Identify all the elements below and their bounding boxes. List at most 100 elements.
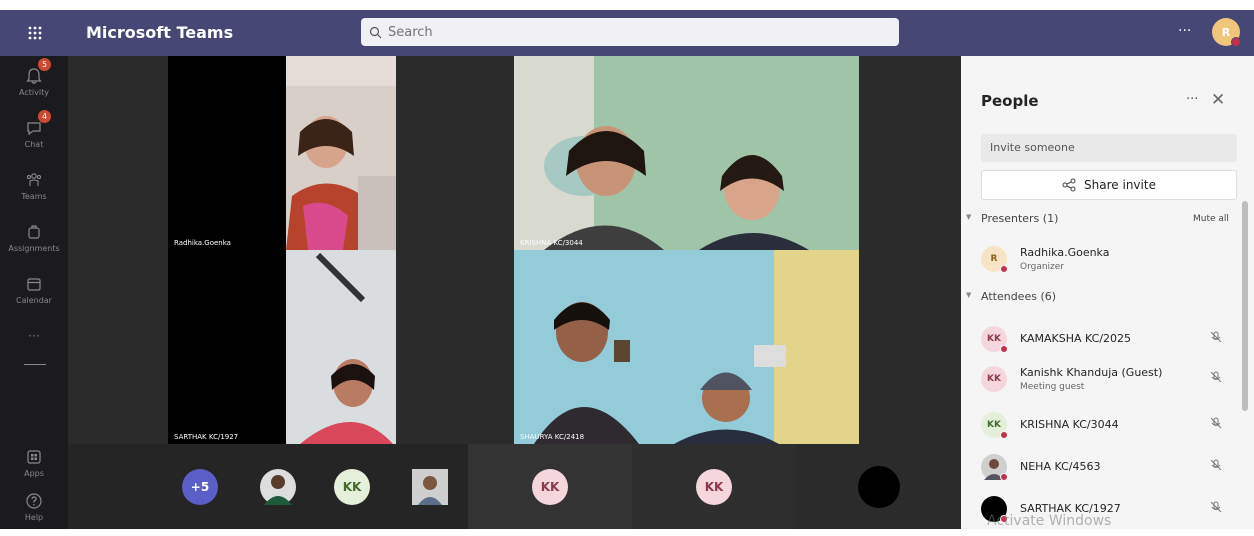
video-tile-shaurya[interactable]: SHAURYA KC/2418: [514, 250, 859, 444]
participant-row[interactable]: NEHA KC/4563: [981, 450, 1241, 494]
share-invite-button[interactable]: Share invite: [981, 170, 1237, 200]
mic-off-icon[interactable]: [1209, 370, 1223, 384]
participant-video: [286, 250, 396, 444]
activate-windows-watermark: Activate Windows: [987, 513, 1112, 529]
video-tile-sarthak[interactable]: SARTHAK KC/1927: [168, 250, 396, 444]
participant-name: NEHA KC/4563: [1020, 460, 1101, 473]
rail-item-calendar[interactable]: Calendar: [0, 264, 68, 316]
participant-name: KAMAKSHA KC/2025: [1020, 332, 1132, 345]
avatar-initials: KK: [540, 480, 560, 494]
close-icon[interactable]: ✕: [1211, 90, 1225, 110]
user-avatar[interactable]: R: [1212, 18, 1241, 47]
panel-scrollbar[interactable]: [1242, 201, 1248, 411]
search-input[interactable]: [388, 24, 868, 40]
avatar-photo: [412, 469, 448, 505]
participant-role: Meeting guest: [1020, 382, 1085, 392]
participant-video: [514, 56, 859, 250]
rail-item-label: Calendar: [16, 296, 52, 305]
participant-photo: [412, 469, 448, 505]
avatar: KK: [981, 412, 1008, 439]
overflow-participants-button[interactable]: +5: [182, 469, 218, 505]
search-icon: [369, 26, 382, 38]
invite-input[interactable]: Invite someone: [981, 134, 1237, 162]
avatar-initials: KK: [987, 374, 1001, 384]
rail-item-label: Activity: [19, 88, 49, 97]
rail-item-teams[interactable]: Teams: [0, 160, 68, 212]
mic-off-icon[interactable]: [1209, 500, 1223, 514]
top-bar-inner: Microsoft Teams ··· R: [0, 10, 1254, 56]
rail-more-button[interactable]: ···: [0, 329, 68, 343]
participant-name-label: Radhika.Goenka: [174, 239, 231, 247]
help-icon: [26, 493, 42, 509]
participant-role: Organizer: [1020, 262, 1065, 272]
status-busy-icon: [1231, 37, 1241, 47]
rail-item-label: Assignments: [8, 244, 60, 253]
participant-name-label: SARTHAK KC/1927: [174, 433, 239, 441]
avatar-initials: KK: [987, 334, 1001, 344]
presenters-label: Presenters (1): [981, 212, 1059, 225]
participant-name: KRISHNA KC/3044: [1020, 418, 1119, 431]
activity-badge: 5: [38, 58, 51, 71]
avatar-initials: KK: [342, 480, 362, 494]
avatar: KK: [981, 366, 1007, 392]
video-tile-radhika[interactable]: Radhika.Goenka: [168, 56, 396, 250]
participant-row[interactable]: KK KRISHNA KC/3044: [981, 408, 1241, 452]
participant-name-label: KRISHNA KC/3044: [520, 239, 583, 247]
share-invite-label: Share invite: [1084, 178, 1156, 192]
status-busy-icon: [1000, 431, 1008, 439]
attendees-label: Attendees (6): [981, 290, 1057, 303]
participant-row[interactable]: R Radhika.Goenka Organizer: [981, 242, 1241, 286]
mute-all-button[interactable]: Mute all: [1193, 214, 1229, 224]
assignments-icon: [28, 225, 40, 239]
app-launcher-icon[interactable]: [0, 10, 70, 56]
avatar: R: [981, 246, 1008, 273]
status-busy-icon: [1000, 345, 1008, 353]
participant-avatar: KK: [532, 469, 568, 505]
avatar-initials: KK: [704, 480, 724, 494]
video-tile-krishna[interactable]: KRISHNA KC/3044: [514, 56, 859, 250]
rail-item-label: Teams: [21, 192, 47, 201]
participant-avatar: KK: [334, 469, 370, 505]
participant-row[interactable]: KK KAMAKSHA KC/2025: [981, 322, 1241, 366]
search-box[interactable]: [361, 18, 899, 46]
participant-video: [286, 56, 396, 250]
participant-name-label: SHAURYA KC/2418: [520, 433, 585, 441]
overflow-count: +5: [190, 480, 210, 494]
avatar-initials: KK: [987, 420, 1001, 430]
app-title: Microsoft Teams: [86, 23, 234, 42]
participant-name: Kanishk Khanduja (Guest): [1020, 366, 1163, 379]
calendar-icon: [27, 278, 41, 291]
mic-off-icon[interactable]: [1209, 416, 1223, 430]
participant-name: Radhika.Goenka: [1020, 246, 1110, 259]
participant-avatar: [858, 466, 900, 508]
mic-off-icon[interactable]: [1209, 330, 1223, 344]
panel-more-button[interactable]: ···: [1186, 92, 1198, 107]
participant-photo: [260, 469, 296, 505]
top-bar: Microsoft Teams ··· R: [0, 0, 1254, 60]
mic-off-icon[interactable]: [1209, 458, 1223, 472]
rail-item-label: Help: [24, 513, 44, 522]
user-avatar-initial: R: [1221, 25, 1231, 39]
rail-item-help[interactable]: Help: [0, 481, 68, 533]
participant-video: [514, 250, 859, 444]
app-rail: Activity 5 Chat 4 Teams Assignments Cale…: [0, 56, 68, 529]
rail-item-assignments[interactable]: Assignments: [0, 212, 68, 264]
people-panel: People ··· ✕ Invite someone Share invite…: [961, 56, 1254, 529]
participant-avatar: KK: [696, 469, 732, 505]
avatar: [981, 454, 1008, 481]
rail-divider: [24, 364, 46, 365]
participant-strip: +5 KK KK KK: [68, 444, 961, 529]
more-options-button[interactable]: ···: [1178, 23, 1191, 39]
apps-icon: [27, 450, 41, 464]
status-busy-icon: [1000, 473, 1008, 481]
participant-row[interactable]: KK Kanishk Khanduja (Guest) Meeting gues…: [981, 362, 1241, 406]
rail-item-label: Apps: [24, 469, 44, 478]
rail-item-chat[interactable]: Chat 4: [0, 108, 68, 160]
status-busy-icon: [1000, 265, 1008, 273]
rail-item-activity[interactable]: Activity 5: [0, 56, 68, 108]
avatar: KK: [981, 326, 1008, 353]
chevron-down-icon: ▼: [966, 213, 972, 221]
chat-badge: 4: [38, 110, 51, 123]
panel-title: People: [981, 92, 1039, 110]
avatar-photo: [264, 475, 292, 505]
